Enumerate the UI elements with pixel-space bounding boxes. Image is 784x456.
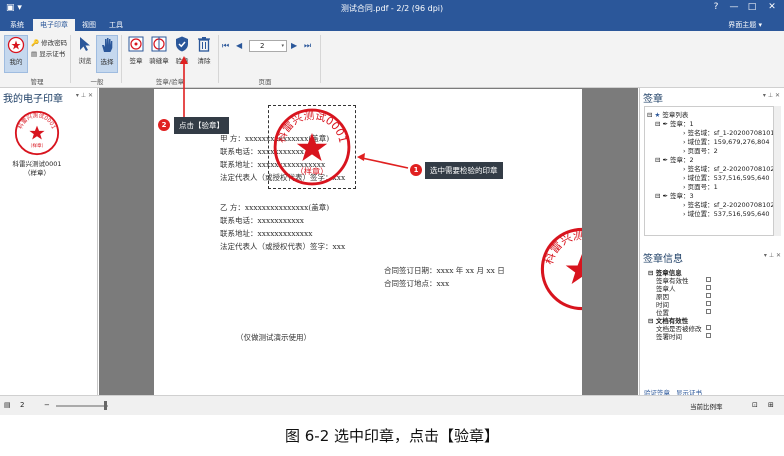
info-checkbox: [706, 309, 711, 314]
fit-width-icon[interactable]: ⊞: [768, 401, 774, 409]
tree-scrollbar[interactable]: [774, 106, 781, 236]
info-checkbox: [706, 285, 711, 290]
pen-icon: ✒: [662, 156, 668, 164]
status-bar: ▤ 2 − 当前比例率 ⊡ ⊞: [0, 395, 784, 415]
zoom-out-icon[interactable]: −: [44, 401, 50, 409]
callout-number-2: 2: [158, 119, 170, 131]
status-page-icon: ▤: [4, 401, 11, 409]
arrow-to-stamp: [361, 157, 409, 169]
pen-icon: ✒: [662, 192, 668, 200]
status-zoom-label: 当前比例率: [690, 403, 723, 411]
signature-panel: 签章 ▾ ⊥ ✕ ⊟ ★ 签章列表 ⊟ ✒ 签章：1 › 签名域：sf_1-202…: [639, 88, 784, 397]
zoom-slider[interactable]: [56, 405, 108, 407]
panel-pin-icons[interactable]: ▾ ⊥ ✕: [763, 92, 780, 99]
zoom-slider-handle[interactable]: [104, 401, 107, 410]
signature-info-title: 签章信息 ▾ ⊥ ✕: [643, 252, 781, 265]
pen-icon: ✒: [662, 120, 668, 128]
figure-caption: 图 6-2 选中印章，点击【验章】: [284, 427, 500, 445]
status-page-number: 2: [20, 401, 25, 409]
callout-verify: 点击【验章】: [174, 117, 229, 134]
panel-pin-icons[interactable]: ▾ ⊥ ✕: [764, 252, 781, 259]
signature-tree[interactable]: ⊟ ★ 签章列表 ⊟ ✒ 签章：1 › 签名域：sf_1-20200708101…: [644, 106, 774, 236]
signature-panel-title: 签章 ▾ ⊥ ✕: [643, 92, 780, 105]
info-checkbox: [706, 293, 711, 298]
signature-info-grid: ⊟ 签章信息 签章有效性 签章人 原因 时间 位置 ⊟ 文档有效性 文档是否被修…: [644, 265, 780, 383]
fit-page-icon[interactable]: ⊡: [752, 401, 758, 409]
info-checkbox: [706, 325, 711, 330]
info-checkbox: [706, 301, 711, 306]
info-checkbox: [706, 333, 711, 338]
info-checkbox: [706, 277, 711, 282]
callout-select-stamp: 选中需要检验的印章: [425, 162, 503, 179]
info-row: 签署时间: [656, 333, 682, 341]
callout-number-1: 1: [410, 164, 422, 176]
tree-sig3-pos[interactable]: › 域位置：537,516,595,640: [683, 208, 770, 218]
